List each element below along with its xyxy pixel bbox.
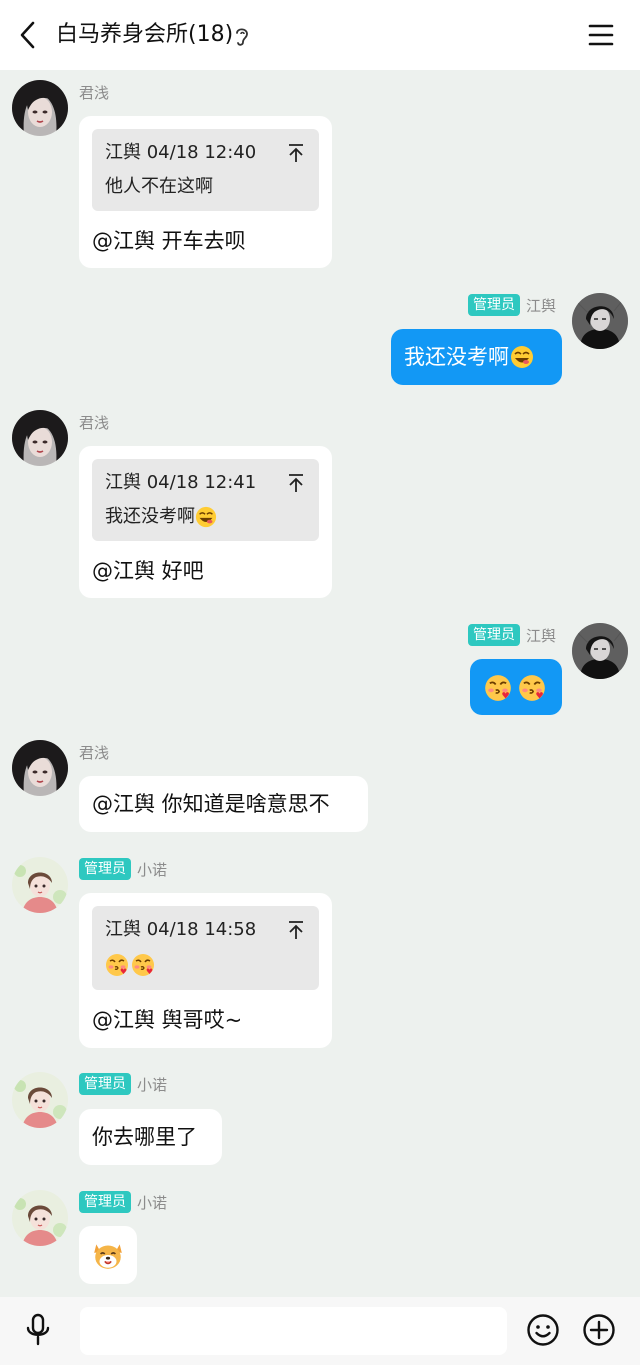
quote-emojis (105, 953, 155, 977)
kiss-emoji-icon (518, 674, 546, 702)
reply-text: @江舆 舆哥哎~ (92, 1008, 243, 1032)
chat-header: 白马养身会所(18) (0, 0, 640, 70)
quote-body: 我还没考啊 (105, 506, 195, 527)
admin-badge: 管理员 (467, 294, 520, 316)
avatar-jiangyu[interactable] (572, 623, 628, 679)
admin-badge: 管理员 (79, 1073, 131, 1095)
input-bar (0, 1297, 640, 1365)
message-input[interactable] (80, 1307, 507, 1355)
sender-row: 君浅 (79, 80, 109, 104)
sender-name: 江舆 (525, 296, 556, 315)
laughing-emoji-icon (195, 506, 217, 528)
sender-name: 小诺 (137, 1075, 168, 1094)
message-bubble[interactable]: 你去哪里了 (79, 1109, 222, 1165)
microphone-icon[interactable] (22, 1313, 54, 1347)
dog-emoji-icon (91, 1238, 125, 1272)
quote-body: 他人不在这啊 (105, 176, 213, 197)
back-arrow-icon[interactable] (14, 20, 42, 50)
chat-title[interactable]: 白马养身会所(18) (56, 20, 233, 50)
jump-to-original-icon[interactable] (287, 143, 305, 163)
ear-icon[interactable] (232, 24, 252, 48)
avatar-junqian[interactable] (12, 410, 68, 466)
admin-badge: 管理员 (79, 1191, 131, 1213)
message-bubble[interactable]: 江舆 04/18 12:41 我还没考啊 @江舆 好吧 (79, 446, 332, 598)
plus-icon[interactable] (582, 1313, 616, 1347)
message-bubble[interactable]: 江舆 04/18 12:40 他人不在这啊 @江舆 开车去呗 (79, 116, 332, 268)
quote-header: 江舆 04/18 14:58 (105, 919, 257, 940)
reply-text: @江舆 好吧 (92, 559, 204, 583)
admin-badge: 管理员 (79, 858, 131, 880)
jump-to-original-icon[interactable] (287, 920, 305, 940)
quote-header: 江舆 04/18 12:40 (105, 142, 257, 163)
sender-name: 君浅 (79, 83, 110, 102)
sender-name: 小诺 (137, 1193, 168, 1212)
message-bubble[interactable]: 江舆 04/18 14:58 @江舆 舆哥哎~ (79, 893, 332, 1048)
sender-row: 管理员 江舆 (467, 623, 556, 647)
sender-name: 君浅 (79, 743, 110, 762)
quoted-message[interactable]: 江舆 04/18 12:40 他人不在这啊 (92, 129, 319, 211)
sender-row: 君浅 (79, 740, 109, 764)
kiss-emoji-icon (131, 953, 155, 977)
sender-row: 管理员 小诺 (79, 1072, 167, 1096)
message-text: @江舆 你知道是啥意思不 (92, 792, 330, 816)
sender-name: 江舆 (525, 626, 556, 645)
quote-header: 江舆 04/18 12:41 (105, 472, 257, 493)
sender-row: 君浅 (79, 410, 109, 434)
avatar-junqian[interactable] (12, 80, 68, 136)
avatar-xiaonuo[interactable] (12, 1190, 68, 1246)
laughing-emoji-icon (510, 345, 534, 369)
avatar-xiaonuo[interactable] (12, 1072, 68, 1128)
quoted-message[interactable]: 江舆 04/18 14:58 (92, 906, 319, 990)
sender-name: 小诺 (137, 860, 168, 879)
quoted-message[interactable]: 江舆 04/18 12:41 我还没考啊 (92, 459, 319, 541)
sender-row: 管理员 小诺 (79, 857, 167, 881)
menu-icon[interactable] (586, 22, 616, 48)
jump-to-original-icon[interactable] (287, 473, 305, 493)
kiss-emoji-icon (484, 674, 512, 702)
avatar-junqian[interactable] (12, 740, 68, 796)
message-bubble[interactable] (79, 1226, 137, 1284)
message-bubble[interactable]: @江舆 你知道是啥意思不 (79, 776, 368, 832)
message-bubble[interactable]: 我还没考啊 (391, 329, 562, 385)
message-text: 你去哪里了 (92, 1125, 197, 1149)
admin-badge: 管理员 (467, 624, 520, 646)
message-bubble[interactable] (470, 659, 562, 715)
reply-text: @江舆 开车去呗 (92, 229, 246, 253)
sender-row: 管理员 江舆 (467, 293, 556, 317)
message-text: 我还没考啊 (404, 345, 509, 369)
quote-body-row: 我还没考啊 (105, 504, 217, 530)
kiss-emoji-icon (105, 953, 129, 977)
sender-row: 管理员 小诺 (79, 1190, 167, 1214)
smiley-icon[interactable] (526, 1313, 560, 1347)
avatar-jiangyu[interactable] (572, 293, 628, 349)
sender-name: 君浅 (79, 413, 110, 432)
avatar-xiaonuo[interactable] (12, 857, 68, 913)
